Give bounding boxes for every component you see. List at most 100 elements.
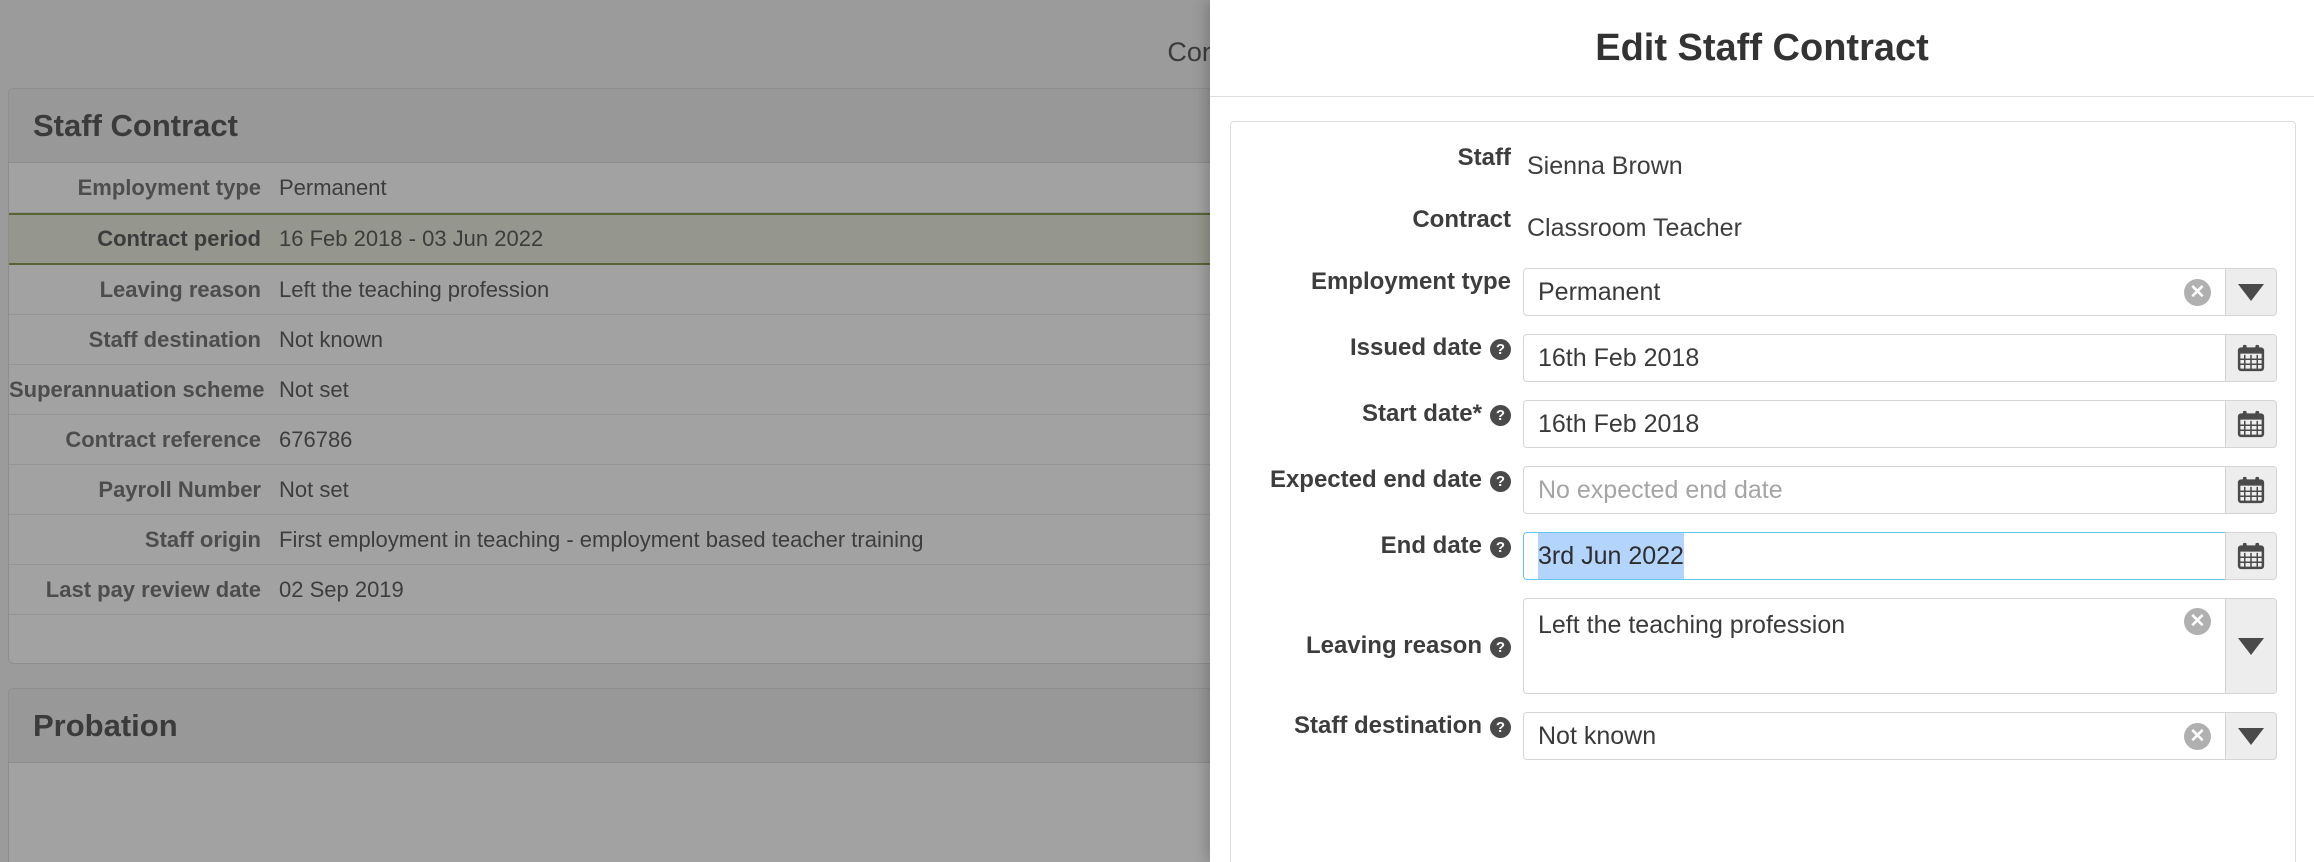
row-value: 676786 [279,426,353,452]
expected-end-date-input[interactable]: No expected end date [1523,466,2225,514]
staff-contract-card-header: Staff Contract [9,89,1210,163]
leaving-reason-dropdown-button[interactable] [2225,598,2277,694]
help-icon[interactable]: ? [1490,470,1511,492]
label-start-date: Start date* ? [1231,400,1523,428]
expected-end-date-calendar-button[interactable] [2225,466,2277,514]
row-value: Not known [279,326,383,352]
label-employment-type: Employment type [1231,268,1523,296]
help-icon[interactable]: ? [1490,338,1511,360]
help-icon[interactable]: ? [1490,716,1511,738]
issued-date-value: 16th Feb 2018 [1538,344,1700,372]
row-label: Leaving reason [99,276,261,302]
issued-date-input-group: 16th Feb 2018 [1523,334,2277,382]
label-staff-destination: Staff destination ? [1231,712,1523,740]
screen: Contract Classroom Teacher Staff Contrac… [0,0,2314,862]
calendar-icon [2237,410,2265,438]
field-row-expected-end-date: Expected end date ? No expected end date [1231,466,2295,514]
label-issued-date: Issued date ? [1231,334,1523,362]
label-staff-destination-text: Staff destination [1293,712,1482,739]
field-row-end-date: End date ? 3rd Jun 2022 [1231,532,2295,580]
table-row: Leaving reason Left the teaching profess… [9,265,1210,315]
row-label: Contract reference [65,426,261,452]
expected-end-date-input-group: No expected end date [1523,466,2277,514]
row-value: Not set [279,476,349,502]
staff-destination-input-group: Not known ✕ [1523,712,2277,760]
row-value: 16 Feb 2018 - 03 Jun 2022 [279,226,544,251]
field-row-start-date: Start date* ? 16th Feb 2018 [1231,400,2295,448]
table-row: Payroll Number Not set [9,465,1210,515]
row-label: Employment type [77,174,261,200]
contract-tab-strip: Contract Classroom Teacher [0,0,1210,88]
label-staff: Staff [1231,144,1523,172]
row-label: Last pay review date [45,576,261,602]
row-label: Contract period [97,226,261,251]
label-expected-end-date-text: Expected end date [1269,466,1482,493]
clear-circle-icon[interactable]: ✕ [2184,278,2211,306]
modal-body: Staff Sienna Brown Contract Classroom Te… [1210,97,2314,862]
value-contract: Classroom Teacher [1527,214,1742,242]
employment-type-select[interactable]: Permanent ✕ [1523,268,2225,316]
end-date-calendar-button[interactable] [2225,532,2277,580]
modal-header: Edit Staff Contract [1210,0,2314,97]
table-row: Contract reference 676786 [9,415,1210,465]
employment-type-dropdown-button[interactable] [2225,268,2277,316]
calendar-icon [2237,476,2265,504]
tab-contract-label: Contract [1167,37,1210,67]
clear-circle-icon[interactable]: ✕ [2184,608,2211,635]
control-wrap-start-date: 16th Feb 2018 [1523,400,2295,448]
edit-contract-form: Staff Sienna Brown Contract Classroom Te… [1230,121,2296,862]
row-value: First employment in teaching - employmen… [279,526,924,552]
chevron-down-icon [2238,727,2264,745]
start-date-input[interactable]: 16th Feb 2018 [1523,400,2225,448]
row-label: Payroll Number [98,476,261,502]
value-wrap-contract: Classroom Teacher [1523,206,2295,250]
staff-destination-dropdown-button[interactable] [2225,712,2277,760]
label-employment-type-text: Employment type [1310,268,1511,295]
staff-destination-select[interactable]: Not known ✕ [1523,712,2225,760]
end-date-input-group: 3rd Jun 2022 [1523,532,2277,580]
label-contract: Contract [1231,206,1523,234]
probation-card-header: Probation [9,689,1210,763]
tab-contract[interactable]: Contract [1133,16,1210,88]
control-wrap-employment-type: Permanent ✕ [1523,268,2295,316]
help-icon[interactable]: ? [1490,404,1511,426]
modal-title: Edit Staff Contract [1595,26,1929,69]
calendar-icon [2237,542,2265,570]
table-row: Superannuation scheme Not set [9,365,1210,415]
start-date-calendar-button[interactable] [2225,400,2277,448]
field-row-employment-type: Employment type Permanent ✕ [1231,268,2295,316]
expected-end-date-placeholder: No expected end date [1538,476,1783,504]
row-value: Not set [279,376,349,402]
staff-destination-value: Not known [1538,722,1657,750]
value-wrap-staff: Sienna Brown [1523,144,2295,188]
chevron-down-icon [2238,637,2264,655]
edit-staff-contract-modal: Edit Staff Contract Staff Sienna Brown C… [1210,0,2314,862]
background-page: Contract Classroom Teacher Staff Contrac… [0,0,1210,862]
control-wrap-staff-destination: Not known ✕ [1523,712,2295,760]
table-row: Staff destination Not known [9,315,1210,365]
table-row-contract-period[interactable]: Contract period 16 Feb 2018 - 03 Jun 202… [9,213,1210,265]
control-wrap-end-date: 3rd Jun 2022 [1523,532,2295,580]
issued-date-calendar-button[interactable] [2225,334,2277,382]
label-end-date: End date ? [1231,532,1523,560]
field-row-contract: Contract Classroom Teacher [1231,206,2295,250]
card-bottom-spacer [9,615,1210,663]
help-icon[interactable]: ? [1490,636,1511,658]
help-icon[interactable]: ? [1490,536,1511,558]
leaving-reason-value: Left the teaching profession [1538,611,1846,639]
leaving-reason-select[interactable]: Left the teaching profession ✕ [1523,598,2225,694]
start-date-value: 16th Feb 2018 [1538,410,1700,438]
row-value: Permanent [279,174,387,200]
issued-date-input[interactable]: 16th Feb 2018 [1523,334,2225,382]
end-date-input[interactable]: 3rd Jun 2022 [1523,532,2225,580]
control-wrap-leaving-reason: Left the teaching profession ✕ [1523,598,2295,694]
table-row: Staff origin First employment in teachin… [9,515,1210,565]
table-row: Last pay review date 02 Sep 2019 [9,565,1210,615]
leaving-reason-input-group: Left the teaching profession ✕ [1523,598,2277,694]
probation-card: Probation [8,688,1210,862]
row-label: Superannuation scheme [9,376,265,402]
control-wrap-expected-end-date: No expected end date [1523,466,2295,514]
label-end-date-text: End date [1380,532,1482,559]
control-wrap-issued-date: 16th Feb 2018 [1523,334,2295,382]
clear-circle-icon[interactable]: ✕ [2184,722,2211,750]
